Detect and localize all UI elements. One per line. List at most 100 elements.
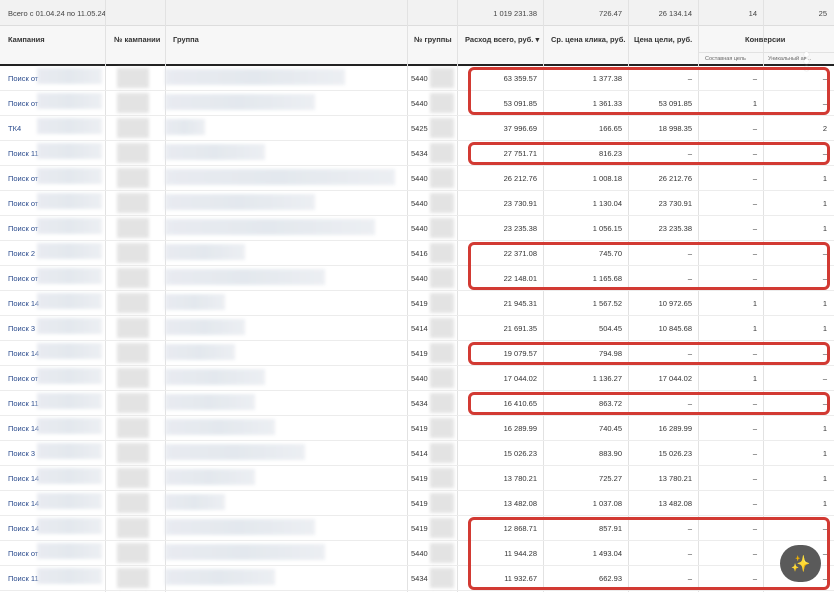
campaign-link[interactable]: Поиск 3	[8, 324, 35, 333]
table-row[interactable]: Поиск 14 5419 13 780.21 725.27 13 780.21 – 1	[0, 466, 834, 491]
redacted-campaign	[37, 193, 102, 209]
redacted-campaign-no	[117, 318, 149, 338]
redacted-group	[165, 569, 275, 585]
cell-spend: 21 691.35	[503, 324, 537, 333]
cell-goal-cost: 10 972.65	[658, 299, 692, 308]
col-cpc[interactable]: Ср. цена клика, руб.	[551, 35, 625, 44]
cell-composite: –	[752, 574, 757, 583]
campaign-link[interactable]: Поиск 14	[8, 499, 39, 508]
campaign-link[interactable]: Поиск 11	[8, 574, 39, 583]
redacted-group	[165, 344, 235, 360]
col-conversions[interactable]: Конверсии	[745, 35, 785, 44]
table-row[interactable]: Поиск от 5440 53 091.85 1 361.33 53 091.85…	[0, 91, 834, 116]
cell-cpc: 794.98	[599, 349, 622, 358]
cell-spend: 17 044.02	[503, 374, 537, 383]
col-group[interactable]: Группа	[173, 35, 199, 44]
table-row[interactable]: Поиск от 5440 26 212.76 1 008.18 26 212.76…	[0, 166, 834, 191]
cell-goal-cost: 13 482.08	[658, 499, 692, 508]
table-row[interactable]: Поиск 3 5414 21 691.35 504.45 10 845.68 1 1	[0, 316, 834, 341]
redacted-campaign-no	[117, 268, 149, 288]
cell-composite: –	[752, 174, 757, 183]
table-row[interactable]: Поиск 2 5416 22 371.08 745.70 – – –	[0, 241, 834, 266]
cell-goal-cost: 17 044.02	[658, 374, 692, 383]
col-goal-cost[interactable]: Цена цели, руб.	[634, 35, 692, 44]
group-no: 5440	[411, 99, 428, 108]
cell-unique: –	[822, 249, 827, 258]
redacted-campaign-no	[117, 93, 149, 113]
table-row[interactable]: Поиск 14 5419 21 945.31 1 567.52 10 972.65…	[0, 291, 834, 316]
campaign-link[interactable]: Поиск 11	[8, 399, 39, 408]
cell-cpc: 1 037.08	[592, 499, 622, 508]
cell-composite: –	[752, 399, 757, 408]
cell-unique: 2	[822, 124, 827, 133]
campaign-link[interactable]: Поиск от	[8, 274, 38, 283]
cell-unique: 1	[822, 324, 827, 333]
table-row[interactable]: Поиск 11 5434 16 410.65 863.72 – – –	[0, 391, 834, 416]
campaign-link[interactable]: Поиск 14	[8, 524, 39, 533]
campaign-link[interactable]: Поиск от	[8, 549, 38, 558]
campaign-link[interactable]: Поиск от	[8, 99, 38, 108]
campaign-link[interactable]: Поиск 14	[8, 474, 39, 483]
cell-goal-cost: –	[687, 274, 692, 283]
campaign-link[interactable]: Поиск от	[8, 199, 38, 208]
table-row[interactable]: Поиск 14 5419 13 482.08 1 037.08 13 482.08…	[0, 491, 834, 516]
magic-wand-button[interactable]: ✨	[780, 545, 821, 582]
table-row[interactable]: Поиск 14 5419 19 079.57 794.98 – – –	[0, 341, 834, 366]
cell-unique: 1	[822, 424, 827, 433]
table-row[interactable]: Поиск 11 5434 27 751.71 816.23 – – –	[0, 141, 834, 166]
col-campaign[interactable]: Кампания	[8, 35, 45, 44]
redacted-campaign-no	[117, 218, 149, 238]
campaign-link[interactable]: Поиск 2	[8, 249, 35, 258]
redacted-campaign	[37, 93, 102, 109]
col-composite[interactable]: Составная цель	[705, 56, 746, 62]
col-group-no[interactable]: № группы	[414, 35, 452, 44]
group-no: 5434	[411, 574, 428, 583]
table-row[interactable]: Поиск 14 5419 16 289.99 740.45 16 289.99 – 1	[0, 416, 834, 441]
redacted-campaign	[37, 543, 102, 559]
redacted-group	[165, 469, 255, 485]
redacted-campaign-no	[117, 293, 149, 313]
campaign-link[interactable]: Поиск 14	[8, 349, 39, 358]
campaign-link[interactable]: Поиск 14	[8, 424, 39, 433]
redacted-group	[165, 69, 345, 85]
campaign-link[interactable]: ТК4	[8, 124, 21, 133]
table-row[interactable]: Поиск 11 5434 11 932.67 662.93– – –	[0, 566, 834, 591]
campaign-link[interactable]: Поиск 11	[8, 149, 39, 158]
table-row[interactable]: Поиск от 5440 22 148.01 1 165.68 – – –	[0, 266, 834, 291]
table-row[interactable]: Поиск от 5440 23 730.91 1 130.04 23 730.91…	[0, 191, 834, 216]
cell-cpc: 1 130.04	[592, 199, 622, 208]
cell-composite: –	[752, 124, 757, 133]
cell-unique: –	[822, 349, 827, 358]
cell-goal-cost: 13 780.21	[658, 474, 692, 483]
redacted-group-no	[430, 68, 454, 88]
table-row[interactable]: Поиск 3 5414 15 026.23 883.90 15 026.23 – 1	[0, 441, 834, 466]
redacted-campaign	[37, 443, 102, 459]
table-row[interactable]: Поиск 14 5419 12 868.71 857.91 – – –	[0, 516, 834, 541]
table-row[interactable]: Поиск от 5440 63 359.57 1 377.38 – – –	[0, 66, 834, 91]
campaign-link[interactable]: Поиск от	[8, 374, 38, 383]
cell-spend: 22 148.01	[503, 274, 537, 283]
table-row[interactable]: Поиск от 5440 11 944.28 1 493.04– – –	[0, 541, 834, 566]
table-row[interactable]: Поиск от 5440 23 235.38 1 056.15 23 235.38…	[0, 216, 834, 241]
cell-composite: –	[752, 224, 757, 233]
cell-spend: 23 235.38	[503, 224, 537, 233]
col-campaign-no[interactable]: № кампании	[114, 35, 160, 44]
group-no: 5440	[411, 274, 428, 283]
cell-composite: –	[752, 449, 757, 458]
col-spend[interactable]: Расход всего, руб. ▾	[465, 35, 539, 44]
cell-composite: –	[752, 349, 757, 358]
campaign-link[interactable]: Поиск от	[8, 74, 38, 83]
campaign-link[interactable]: Поиск от	[8, 224, 38, 233]
campaign-link[interactable]: Поиск 14	[8, 299, 39, 308]
cell-unique: 1	[822, 199, 827, 208]
campaign-link[interactable]: Поиск 3	[8, 449, 35, 458]
table-row[interactable]: ТК4 5425 37 996.69 166.65 18 998.35 – 2	[0, 116, 834, 141]
table-row[interactable]: Поиск от 5440 17 044.02 1 136.27 17 044.02…	[0, 366, 834, 391]
cell-goal-cost: –	[687, 74, 692, 83]
cell-cpc: 740.45	[599, 424, 622, 433]
cell-cpc: 662.93	[599, 574, 622, 583]
campaign-link[interactable]: Поиск от	[8, 174, 38, 183]
cell-spend: 13 482.08	[503, 499, 537, 508]
cell-goal-cost: –	[687, 399, 692, 408]
group-no: 5440	[411, 174, 428, 183]
